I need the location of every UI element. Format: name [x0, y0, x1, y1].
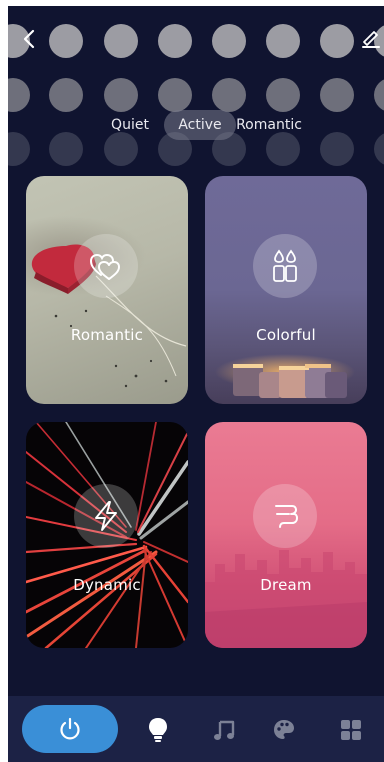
header-dot [158, 24, 192, 58]
header-dot [104, 24, 138, 58]
header-dot [266, 24, 300, 58]
scene-label: Colorful [256, 326, 316, 344]
scene-card-colorful[interactable]: Colorful [205, 176, 367, 404]
header-dot [158, 78, 192, 112]
header-dot [320, 78, 354, 112]
power-icon [60, 717, 80, 740]
header-dot [212, 24, 246, 58]
tab-bulb[interactable] [145, 717, 171, 743]
scene-card-dynamic[interactable]: Dynamic [26, 422, 188, 648]
header-dot [212, 78, 246, 112]
tab-romantic[interactable]: Romantic [234, 110, 304, 140]
header-dot [266, 78, 300, 112]
drops-icon [273, 249, 297, 282]
palette-icon [274, 720, 294, 739]
scene-card-dream[interactable]: Dream [205, 422, 367, 648]
header-dot [374, 78, 384, 112]
scene-icon-circle [74, 234, 138, 298]
tab-grid[interactable] [338, 717, 364, 743]
music-icon [214, 720, 235, 740]
edit-button[interactable] [356, 24, 384, 54]
scene-card-romantic[interactable]: Romantic [26, 176, 188, 404]
scene-label: Romantic [70, 326, 144, 344]
header-dot [49, 24, 83, 58]
scene-icon-circle [253, 234, 317, 298]
bulb-icon [149, 718, 167, 742]
tab-palette[interactable] [271, 717, 297, 743]
pencil-icon [362, 31, 380, 48]
grid-icon [341, 720, 361, 740]
mode-tabs: Quiet Active Romantic [8, 110, 384, 140]
header-dot-pattern [8, 6, 384, 171]
scene-screen: Quiet Active Romantic Romantic Colorful … [8, 6, 384, 762]
scene-label: Dynamic [73, 576, 141, 594]
lightning-icon [95, 501, 117, 531]
scene-icon-circle [74, 484, 138, 548]
tab-active[interactable]: Active [164, 110, 236, 140]
hearts-icon [89, 253, 120, 280]
header-dot [320, 24, 354, 58]
header-dot [8, 78, 30, 112]
chevron-left-icon [23, 29, 35, 49]
header-dot [49, 78, 83, 112]
scene-label: Dream [260, 576, 312, 594]
bottom-tab-bar [8, 696, 384, 762]
header-dot [104, 78, 138, 112]
scene-icon-circle [253, 484, 317, 548]
back-button[interactable] [14, 24, 44, 54]
power-button[interactable] [22, 705, 118, 753]
cloud-icon [275, 505, 298, 528]
tab-music[interactable] [211, 717, 237, 743]
tab-quiet[interactable]: Quiet [104, 110, 156, 140]
